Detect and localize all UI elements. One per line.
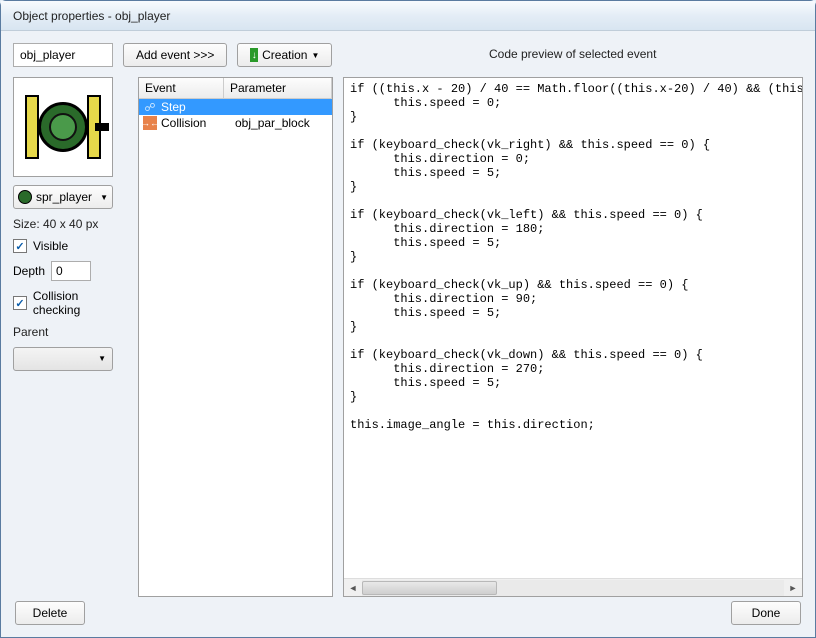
event-param: obj_par_block [235,116,328,130]
sprite-name: spr_player [36,190,92,204]
scroll-thumb[interactable] [362,581,497,595]
sprite-select[interactable]: spr_player [13,185,113,209]
delete-button[interactable]: Delete [15,601,85,625]
parent-select[interactable] [13,347,113,371]
sprite-size-label: Size: 40 x 40 px [13,217,128,231]
visible-row: ✓ Visible [13,239,128,253]
event-list-body: ☍ Step →← Collision obj_par_block [139,99,332,596]
depth-input[interactable] [51,261,91,281]
step-icon: ☍ [143,100,157,114]
depth-label: Depth [13,264,45,278]
horizontal-scrollbar[interactable]: ◄ ► [344,578,802,596]
parent-label: Parent [13,325,128,339]
event-name: Collision [161,116,231,130]
creation-label: Creation [262,48,307,62]
event-row-step[interactable]: ☍ Step [139,99,332,115]
event-row-collision[interactable]: →← Collision obj_par_block [139,115,332,131]
event-name: Step [161,100,231,114]
event-list: Event Parameter ☍ Step →← Collision obj_… [138,77,333,597]
creation-icon: ↓ [250,48,258,62]
depth-row: Depth [13,261,128,281]
code-preview-panel: if ((this.x - 20) / 40 == Math.floor((th… [343,77,803,597]
sprite-mini-icon [18,190,32,204]
done-button[interactable]: Done [731,601,801,625]
bottom-button-row: Delete Done [15,601,801,625]
visible-label: Visible [33,239,68,253]
window-titlebar: Object properties - obj_player [1,1,815,31]
scroll-right-button[interactable]: ► [784,579,802,597]
scroll-left-button[interactable]: ◄ [344,579,362,597]
code-text[interactable]: if ((this.x - 20) / 40 == Math.floor((th… [344,78,802,578]
code-preview-label: Code preview of selected event [342,43,803,67]
top-row: Add event >>> ↓ Creation Code preview of… [13,43,803,67]
sprite-preview [13,77,113,177]
properties-panel: spr_player Size: 40 x 40 px ✓ Visible De… [13,77,128,597]
event-col-header[interactable]: Event [139,78,224,98]
object-name-input[interactable] [13,43,113,67]
add-event-button[interactable]: Add event >>> [123,43,227,67]
param-col-header[interactable]: Parameter [224,78,332,98]
main-row: spr_player Size: 40 x 40 px ✓ Visible De… [13,77,803,597]
visible-checkbox[interactable]: ✓ [13,239,27,253]
window-title: Object properties - obj_player [13,9,170,23]
collision-label: Collision checking [33,289,128,317]
scroll-track[interactable] [362,580,784,596]
sprite-image [27,91,99,163]
creation-dropdown[interactable]: ↓ Creation [237,43,332,67]
collision-icon: →← [143,116,157,130]
event-list-header: Event Parameter [139,78,332,99]
collision-row: ✓ Collision checking [13,289,128,317]
content-area: Add event >>> ↓ Creation Code preview of… [1,31,815,637]
collision-checkbox[interactable]: ✓ [13,296,27,310]
